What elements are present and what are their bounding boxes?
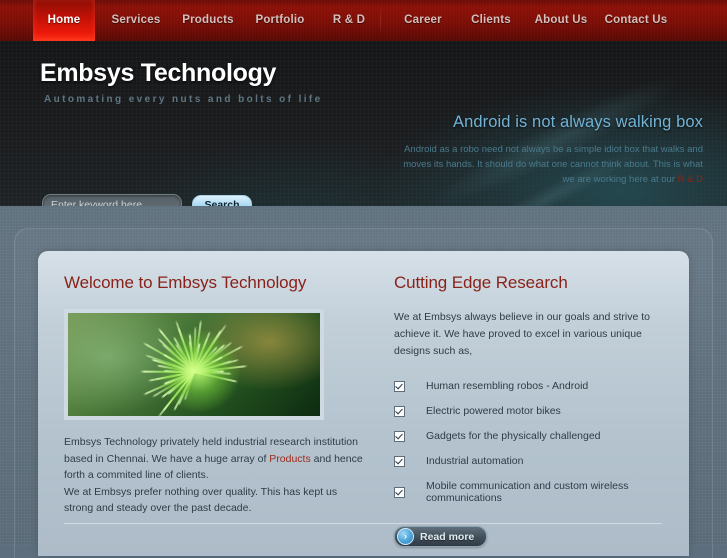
search-form: Search bbox=[42, 194, 252, 206]
checklist-item: Gadgets for the physically challenged bbox=[394, 430, 663, 442]
nav-item-services[interactable]: Services bbox=[101, 0, 171, 41]
nav-item-contact-us[interactable]: Contact Us bbox=[600, 0, 672, 41]
search-input[interactable] bbox=[42, 194, 182, 206]
site-tagline: Automating every nuts and bolts of life bbox=[44, 94, 323, 105]
welcome-paragraph-2: We at Embsys prefer nothing over quality… bbox=[64, 485, 338, 515]
checkbox-checked-icon[interactable] bbox=[394, 455, 405, 467]
nav-item-career[interactable]: Career bbox=[392, 0, 454, 41]
checkbox-checked-icon[interactable] bbox=[394, 430, 405, 442]
panel-divider bbox=[64, 523, 662, 524]
checklist-item-label: Electric powered motor bikes bbox=[426, 405, 561, 417]
nav-item-clients[interactable]: Clients bbox=[460, 0, 522, 41]
checklist-item-label: Gadgets for the physically challenged bbox=[426, 430, 601, 442]
promo-body: Android as a robo need not always be a s… bbox=[403, 142, 703, 187]
search-button[interactable]: Search bbox=[192, 195, 252, 206]
nav-items-container: Home Services Products Portfolio R & D Career… bbox=[0, 0, 727, 41]
checklist-item: Industrial automation bbox=[394, 455, 663, 467]
read-more-label: Read more bbox=[420, 530, 475, 543]
checklist-item-label: Human resembling robos - Android bbox=[426, 380, 589, 392]
nav-item-products[interactable]: Products bbox=[175, 0, 241, 41]
content-panel: Welcome to Embsys Technology Embsys Tech… bbox=[38, 251, 689, 556]
research-intro: We at Embsys always believe in our goals… bbox=[394, 311, 651, 357]
read-more-button[interactable]: › Read more bbox=[394, 526, 488, 547]
nav-item-home[interactable]: Home bbox=[33, 0, 95, 41]
site-branding: Embsys Technology Automating every nuts … bbox=[40, 59, 323, 105]
hero-banner: Embsys Technology Automating every nuts … bbox=[0, 41, 727, 206]
checkbox-checked-icon[interactable] bbox=[394, 486, 405, 498]
promo-heading: Android is not always walking box bbox=[452, 113, 703, 131]
research-column: Cutting Edge Research We at Embsys alway… bbox=[364, 273, 663, 547]
nav-separator bbox=[380, 6, 381, 35]
welcome-column: Welcome to Embsys Technology Embsys Tech… bbox=[64, 273, 364, 547]
page-root: Home Services Products Portfolio R & D Career… bbox=[0, 0, 727, 558]
checkbox-checked-icon[interactable] bbox=[394, 380, 405, 392]
promo-rd-link[interactable]: R & D bbox=[678, 174, 703, 185]
checklist-item: Electric powered motor bikes bbox=[394, 405, 663, 417]
checklist-item-label: Mobile communication and custom wireless… bbox=[426, 480, 629, 504]
arrow-right-icon: › bbox=[397, 528, 414, 545]
promo-body-text: Android as a robo need not always be a s… bbox=[403, 144, 703, 185]
checklist-item-label: Industrial automation bbox=[426, 455, 524, 467]
feature-image bbox=[64, 309, 324, 420]
main-navigation: Home Services Products Portfolio R & D Career… bbox=[0, 0, 727, 41]
research-title: Cutting Edge Research bbox=[394, 273, 568, 292]
checklist-item: Human resembling robos - Android bbox=[394, 380, 663, 392]
nav-item-r-d[interactable]: R & D bbox=[320, 0, 378, 41]
welcome-title: Welcome to Embsys Technology bbox=[64, 273, 307, 292]
nav-item-portfolio[interactable]: Portfolio bbox=[245, 0, 315, 41]
checklist-item: Mobile communication and custom wireless… bbox=[394, 480, 663, 504]
checkbox-checked-icon[interactable] bbox=[394, 405, 405, 417]
flower-burst-graphic bbox=[139, 319, 248, 416]
welcome-paragraph-1: Embsys Technology privately held industr… bbox=[64, 434, 364, 484]
content-columns: Welcome to Embsys Technology Embsys Tech… bbox=[38, 251, 689, 547]
research-checklist: Human resembling robos - Android Electric… bbox=[394, 380, 663, 504]
site-logo-title: Embsys Technology bbox=[40, 59, 277, 87]
products-link[interactable]: Products bbox=[269, 453, 310, 465]
promo-block: Android is not always walking box Androi… bbox=[403, 113, 703, 187]
nav-item-about-us[interactable]: About Us bbox=[528, 0, 594, 41]
